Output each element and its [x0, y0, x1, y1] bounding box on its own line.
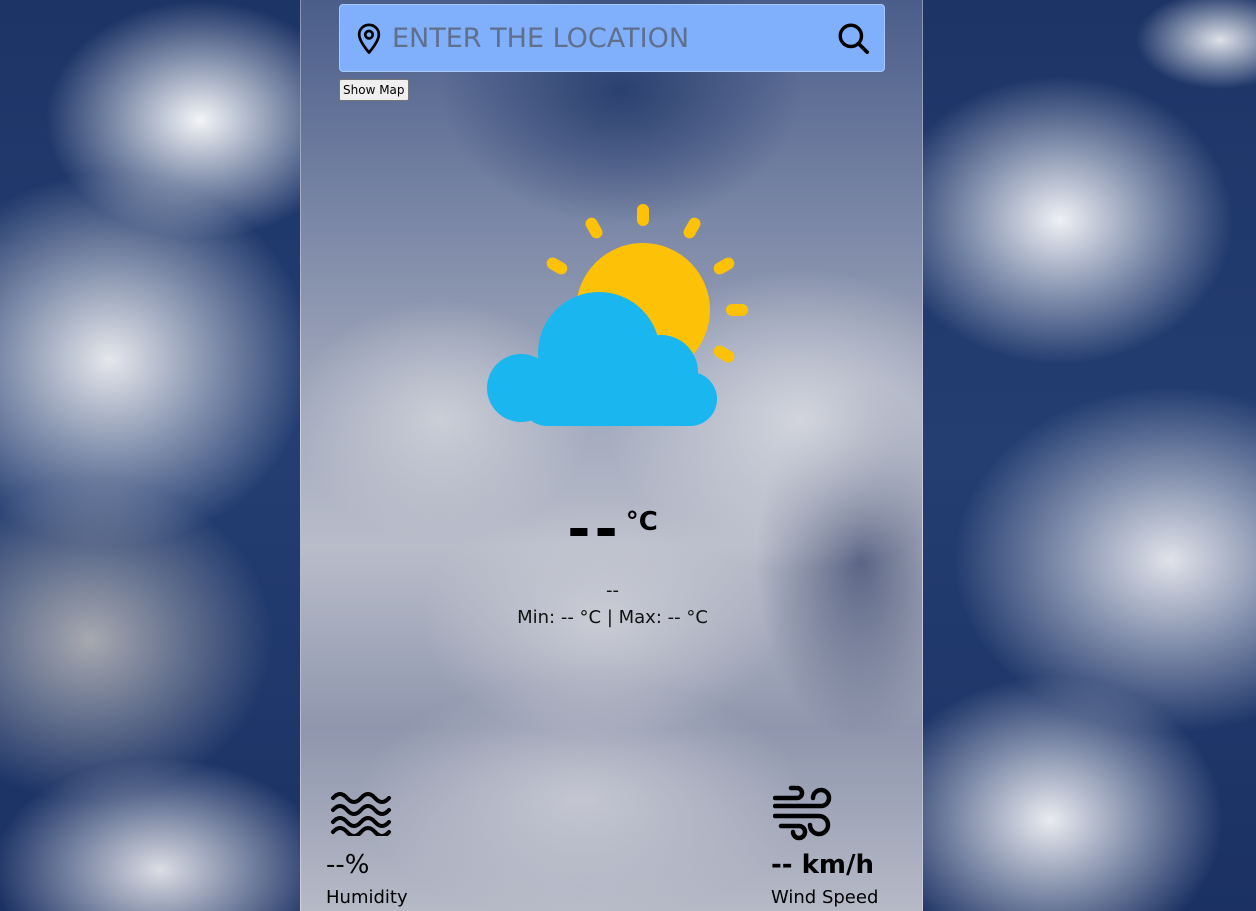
temperature-unit: °C — [625, 507, 658, 537]
location-pin-icon — [357, 23, 381, 54]
show-map-button[interactable]: Show Map — [339, 79, 409, 101]
wind-speed-value: -- km/h — [771, 850, 875, 880]
min-max-temperature: Min: -- °C | Max: -- °C — [517, 607, 708, 628]
partly-cloudy-icon — [487, 204, 748, 426]
temperature-display: -- °C — [301, 500, 924, 560]
weather-panel: Show Map --°C -- Min: -- °C | Max: -- °C — [300, 0, 923, 911]
temperature-value: -- — [567, 497, 622, 562]
humidity-value: --% — [326, 850, 370, 880]
humidity-label: Humidity — [326, 887, 408, 908]
wind-icon — [773, 785, 832, 841]
weather-condition: -- — [606, 580, 619, 601]
wind-speed-label: Wind Speed — [771, 887, 879, 908]
search-bar — [339, 4, 885, 72]
waves-icon — [331, 792, 391, 836]
location-input[interactable] — [392, 13, 822, 63]
search-icon[interactable] — [836, 21, 870, 55]
